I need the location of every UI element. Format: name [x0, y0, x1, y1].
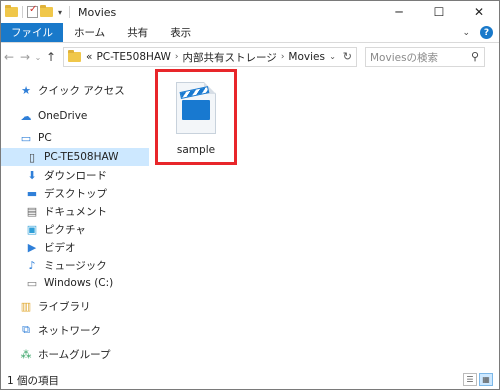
- sidebar-item-label: ダウンロード: [44, 169, 107, 182]
- sidebar-item-label: クイック アクセス: [38, 84, 125, 97]
- sidebar-item[interactable]: ⬇ ダウンロード: [1, 166, 149, 184]
- breadcrumb-movies[interactable]: Movies: [288, 51, 325, 63]
- address-history-icon[interactable]: ⌄: [329, 52, 336, 61]
- sidebar-item[interactable]: ▥ ライブラリ: [1, 297, 149, 315]
- window-title: Movies: [78, 5, 117, 19]
- file-name: sample: [176, 144, 216, 156]
- document-icon: ▤: [26, 204, 38, 218]
- details-view-button[interactable]: ☰: [463, 373, 477, 386]
- up-button[interactable]: ↑: [43, 50, 59, 64]
- help-icon[interactable]: ?: [480, 26, 493, 39]
- sidebar-item-label: ネットワーク: [38, 324, 101, 337]
- sidebar-item-label: PC: [38, 132, 52, 144]
- pictures-icon: ▣: [26, 222, 38, 236]
- sidebar-item[interactable]: ▭ PC: [1, 129, 149, 147]
- status-bar: 1 個の項目 ☰ ▦: [1, 371, 499, 389]
- breadcrumb-separator-icon[interactable]: ›: [281, 52, 285, 62]
- sidebar-item[interactable]: ★ クイック アクセス: [1, 81, 149, 99]
- sidebar-item-label: ピクチャ: [44, 223, 86, 236]
- close-button[interactable]: ✕: [459, 1, 499, 23]
- sidebar-item-label: ドキュメント: [44, 205, 107, 218]
- breadcrumb-overflow[interactable]: «: [86, 51, 92, 63]
- navigation-row: ← → ⌄ ↑ « PC-TE508HAW › 内部共有ストレージ › Movi…: [1, 44, 499, 70]
- breadcrumb-separator-icon[interactable]: ›: [175, 52, 179, 62]
- file-item-sample[interactable]: sample: [155, 69, 237, 165]
- star-icon: ★: [21, 83, 31, 97]
- video-icon: ▶: [27, 240, 37, 254]
- sidebar-item-label: ミュージック: [44, 259, 107, 272]
- sidebar-item[interactable]: ▶ ビデオ: [1, 238, 149, 256]
- sidebar-item[interactable]: ♪ ミュージック: [1, 256, 149, 274]
- video-file-icon: [176, 82, 216, 134]
- item-count: 1 個の項目: [7, 374, 60, 387]
- music-icon: ♪: [28, 258, 36, 272]
- new-folder-icon[interactable]: [40, 5, 53, 17]
- title-bar: ▾ Movies ─ ☐ ✕: [1, 1, 499, 23]
- back-button[interactable]: ←: [1, 50, 17, 64]
- window-controls: ─ ☐ ✕: [379, 1, 499, 23]
- explorer-window: ▾ Movies ─ ☐ ✕ ファイル ホーム 共有 表示 ⌄ ? ← → ⌄ …: [0, 0, 500, 390]
- tab-home[interactable]: ホーム: [63, 23, 116, 42]
- phone-icon: ▯: [28, 150, 36, 164]
- breadcrumb-pc[interactable]: PC-TE508HAW: [96, 51, 170, 63]
- computer-icon: ▭: [20, 131, 32, 145]
- quick-access-toolbar: ▾: [1, 4, 72, 18]
- forward-button[interactable]: →: [17, 50, 33, 64]
- expand-ribbon-icon[interactable]: ⌄: [462, 28, 470, 38]
- sidebar-item[interactable]: ▭ Windows (C:): [1, 274, 149, 292]
- drive-icon: ▭: [26, 276, 38, 290]
- tab-view[interactable]: 表示: [159, 23, 202, 42]
- sidebar-item-label: OneDrive: [38, 110, 88, 122]
- desktop-icon: ▬: [26, 186, 38, 200]
- network-icon: ⧉: [22, 323, 30, 336]
- search-icon[interactable]: ⚲: [471, 50, 479, 63]
- tab-file[interactable]: ファイル: [1, 23, 63, 42]
- search-placeholder: Moviesの検索: [370, 51, 439, 64]
- download-icon: ⬇: [27, 168, 37, 182]
- sidebar-item[interactable]: ▬ デスクトップ: [1, 184, 149, 202]
- sidebar-item[interactable]: ▯ PC-TE508HAW: [1, 148, 149, 166]
- folder-icon: [5, 5, 18, 17]
- address-bar[interactable]: « PC-TE508HAW › 内部共有ストレージ › Movies ⌄ ↻: [63, 47, 357, 67]
- ribbon-tabs: ファイル ホーム 共有 表示 ⌄ ?: [1, 23, 499, 43]
- sidebar-item[interactable]: ⧉ ネットワーク: [1, 321, 149, 339]
- homegroup-icon: ⁂: [20, 347, 32, 361]
- sidebar-item[interactable]: ▤ ドキュメント: [1, 202, 149, 220]
- sidebar-item[interactable]: ▣ ピクチャ: [1, 220, 149, 238]
- minimize-button[interactable]: ─: [379, 1, 419, 23]
- sidebar-item-label: PC-TE508HAW: [44, 151, 119, 163]
- tab-share[interactable]: 共有: [116, 23, 159, 42]
- sidebar-item-label: ビデオ: [44, 241, 76, 254]
- sidebar-item-label: ライブラリ: [38, 300, 91, 313]
- file-list: sample: [151, 69, 499, 369]
- folder-icon: [68, 50, 81, 62]
- customize-toolbar-icon[interactable]: ▾: [55, 8, 65, 17]
- refresh-icon[interactable]: ↻: [343, 50, 352, 63]
- properties-icon[interactable]: [27, 4, 38, 18]
- large-icons-view-button[interactable]: ▦: [479, 373, 493, 386]
- sidebar-item-label: Windows (C:): [44, 277, 114, 289]
- sidebar-item-label: ホームグループ: [38, 348, 111, 361]
- navigation-pane: ★ クイック アクセス ☁ OneDrive ▭ PC ▯ PC-TE508HAW ⬇ ダウンロー…: [1, 73, 149, 369]
- library-icon: ▥: [20, 299, 32, 313]
- cloud-icon: ☁: [20, 109, 32, 123]
- sidebar-item-label: デスクトップ: [44, 187, 107, 200]
- breadcrumb-storage[interactable]: 内部共有ストレージ: [183, 50, 277, 65]
- search-box[interactable]: Moviesの検索 ⚲: [365, 47, 485, 67]
- sidebar-item[interactable]: ☁ OneDrive: [1, 107, 149, 125]
- maximize-button[interactable]: ☐: [419, 1, 459, 23]
- recent-locations-icon[interactable]: ⌄: [33, 53, 43, 62]
- sidebar-item[interactable]: ⁂ ホームグループ: [1, 345, 149, 363]
